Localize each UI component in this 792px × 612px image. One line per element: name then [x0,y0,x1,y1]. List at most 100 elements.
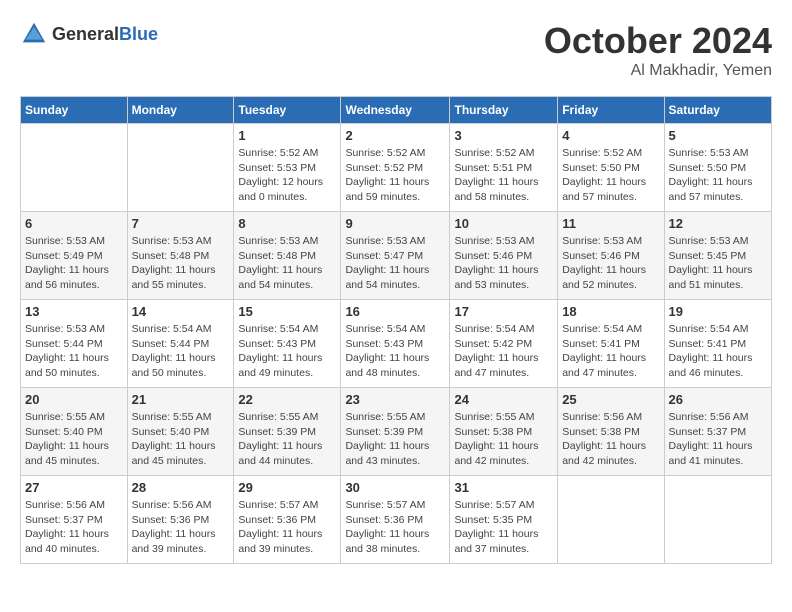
calendar-cell [558,476,664,564]
weekday-header-sunday: Sunday [21,97,128,124]
day-info: Sunrise: 5:52 AMSunset: 5:51 PMDaylight:… [454,146,553,205]
day-info: Sunrise: 5:52 AMSunset: 5:52 PMDaylight:… [345,146,445,205]
calendar-cell: 3 Sunrise: 5:52 AMSunset: 5:51 PMDaylight… [450,124,558,212]
day-number: 17 [454,304,553,319]
day-info: Sunrise: 5:57 AMSunset: 5:36 PMDaylight:… [345,498,445,557]
day-number: 6 [25,216,123,231]
weekday-header-row: SundayMondayTuesdayWednesdayThursdayFrid… [21,97,772,124]
day-info: Sunrise: 5:53 AMSunset: 5:48 PMDaylight:… [132,234,230,293]
calendar-cell [664,476,771,564]
calendar-cell: 11 Sunrise: 5:53 AMSunset: 5:46 PMDayligh… [558,212,664,300]
day-info: Sunrise: 5:53 AMSunset: 5:47 PMDaylight:… [345,234,445,293]
day-number: 3 [454,128,553,143]
day-info: Sunrise: 5:55 AMSunset: 5:40 PMDaylight:… [132,410,230,469]
calendar-cell: 4Sunrise: 5:52 AMSunset: 5:50 PMDaylight… [558,124,664,212]
day-info: Sunrise: 5:53 AMSunset: 5:44 PMDaylight:… [25,322,123,381]
calendar-cell: 1 Sunrise: 5:52 AMSunset: 5:53 PMDaylight… [234,124,341,212]
calendar-cell [127,124,234,212]
day-number: 15 [238,304,336,319]
day-number: 13 [25,304,123,319]
day-number: 19 [669,304,767,319]
day-info: Sunrise: 5:57 AMSunset: 5:35 PMDaylight:… [454,498,553,557]
month-title: October 2024 [544,20,772,62]
day-number: 22 [238,392,336,407]
calendar-cell: 7 Sunrise: 5:53 AMSunset: 5:48 PMDaylight… [127,212,234,300]
day-info: Sunrise: 5:53 AMSunset: 5:46 PMDaylight:… [454,234,553,293]
day-number: 24 [454,392,553,407]
calendar-cell: 19 Sunrise: 5:54 AMSunset: 5:41 PMDayligh… [664,300,771,388]
day-info: Sunrise: 5:56 AMSunset: 5:36 PMDaylight:… [132,498,230,557]
day-number: 31 [454,480,553,495]
calendar-table: SundayMondayTuesdayWednesdayThursdayFrid… [20,96,772,564]
calendar-cell: 31 Sunrise: 5:57 AMSunset: 5:35 PMDayligh… [450,476,558,564]
day-number: 26 [669,392,767,407]
day-number: 10 [454,216,553,231]
day-number: 12 [669,216,767,231]
weekday-header-friday: Friday [558,97,664,124]
day-info: Sunrise: 5:54 AMSunset: 5:43 PMDaylight:… [345,322,445,381]
calendar-cell: 9 Sunrise: 5:53 AMSunset: 5:47 PMDaylight… [341,212,450,300]
calendar-cell: 24 Sunrise: 5:55 AMSunset: 5:38 PMDayligh… [450,388,558,476]
calendar-cell: 6 Sunrise: 5:53 AMSunset: 5:49 PMDaylight… [21,212,128,300]
day-info: Sunrise: 5:52 AMSunset: 5:53 PMDaylight:… [238,146,336,205]
day-number: 30 [345,480,445,495]
calendar-cell: 15 Sunrise: 5:54 AMSunset: 5:43 PMDayligh… [234,300,341,388]
day-info: Sunrise: 5:55 AMSunset: 5:40 PMDaylight:… [25,410,123,469]
day-number: 20 [25,392,123,407]
page-header: GeneralBlue October 2024 Al Makhadir, Ye… [20,20,772,80]
calendar-cell: 26Sunrise: 5:56 AMSunset: 5:37 PMDayligh… [664,388,771,476]
day-number: 18 [562,304,659,319]
logo-general-text: General [52,24,119,44]
weekday-header-monday: Monday [127,97,234,124]
calendar-cell: 2 Sunrise: 5:52 AMSunset: 5:52 PMDaylight… [341,124,450,212]
weekday-header-wednesday: Wednesday [341,97,450,124]
calendar-cell: 29Sunrise: 5:57 AMSunset: 5:36 PMDayligh… [234,476,341,564]
calendar-cell: 5Sunrise: 5:53 AMSunset: 5:50 PMDaylight… [664,124,771,212]
calendar-cell: 30 Sunrise: 5:57 AMSunset: 5:36 PMDayligh… [341,476,450,564]
day-info: Sunrise: 5:53 AMSunset: 5:48 PMDaylight:… [238,234,336,293]
calendar-week-row: 27 Sunrise: 5:56 AMSunset: 5:37 PMDayligh… [21,476,772,564]
calendar-cell [21,124,128,212]
calendar-cell: 14 Sunrise: 5:54 AMSunset: 5:44 PMDayligh… [127,300,234,388]
day-info: Sunrise: 5:54 AMSunset: 5:44 PMDaylight:… [132,322,230,381]
day-number: 2 [345,128,445,143]
day-info: Sunrise: 5:53 AMSunset: 5:49 PMDaylight:… [25,234,123,293]
calendar-cell: 21 Sunrise: 5:55 AMSunset: 5:40 PMDayligh… [127,388,234,476]
day-number: 8 [238,216,336,231]
calendar-cell: 20 Sunrise: 5:55 AMSunset: 5:40 PMDayligh… [21,388,128,476]
day-number: 1 [238,128,336,143]
day-number: 14 [132,304,230,319]
calendar-cell: 13 Sunrise: 5:53 AMSunset: 5:44 PMDayligh… [21,300,128,388]
day-number: 11 [562,216,659,231]
day-number: 9 [345,216,445,231]
day-info: Sunrise: 5:55 AMSunset: 5:39 PMDaylight:… [238,410,336,469]
day-info: Sunrise: 5:54 AMSunset: 5:42 PMDaylight:… [454,322,553,381]
logo-icon [20,20,48,48]
day-number: 7 [132,216,230,231]
day-info: Sunrise: 5:57 AMSunset: 5:36 PMDaylight:… [238,498,336,557]
day-number: 21 [132,392,230,407]
calendar-cell: 27 Sunrise: 5:56 AMSunset: 5:37 PMDayligh… [21,476,128,564]
weekday-header-tuesday: Tuesday [234,97,341,124]
calendar-cell: 16 Sunrise: 5:54 AMSunset: 5:43 PMDayligh… [341,300,450,388]
logo: GeneralBlue [20,20,158,48]
day-info: Sunrise: 5:55 AMSunset: 5:38 PMDaylight:… [454,410,553,469]
day-number: 28 [132,480,230,495]
calendar-week-row: 20 Sunrise: 5:55 AMSunset: 5:40 PMDayligh… [21,388,772,476]
day-info: Sunrise: 5:54 AMSunset: 5:43 PMDaylight:… [238,322,336,381]
day-info: Sunrise: 5:53 AMSunset: 5:45 PMDaylight:… [669,234,767,293]
day-number: 27 [25,480,123,495]
calendar-cell: 12 Sunrise: 5:53 AMSunset: 5:45 PMDayligh… [664,212,771,300]
day-number: 16 [345,304,445,319]
weekday-header-thursday: Thursday [450,97,558,124]
day-info: Sunrise: 5:56 AMSunset: 5:37 PMDaylight:… [25,498,123,557]
calendar-cell: 8 Sunrise: 5:53 AMSunset: 5:48 PMDaylight… [234,212,341,300]
day-info: Sunrise: 5:54 AMSunset: 5:41 PMDaylight:… [562,322,659,381]
day-info: Sunrise: 5:55 AMSunset: 5:39 PMDaylight:… [345,410,445,469]
location-title: Al Makhadir, Yemen [544,62,772,80]
day-info: Sunrise: 5:53 AMSunset: 5:46 PMDaylight:… [562,234,659,293]
day-info: Sunrise: 5:53 AMSunset: 5:50 PMDaylight:… [669,146,767,205]
day-info: Sunrise: 5:54 AMSunset: 5:41 PMDaylight:… [669,322,767,381]
calendar-cell: 10 Sunrise: 5:53 AMSunset: 5:46 PMDayligh… [450,212,558,300]
day-number: 25 [562,392,659,407]
